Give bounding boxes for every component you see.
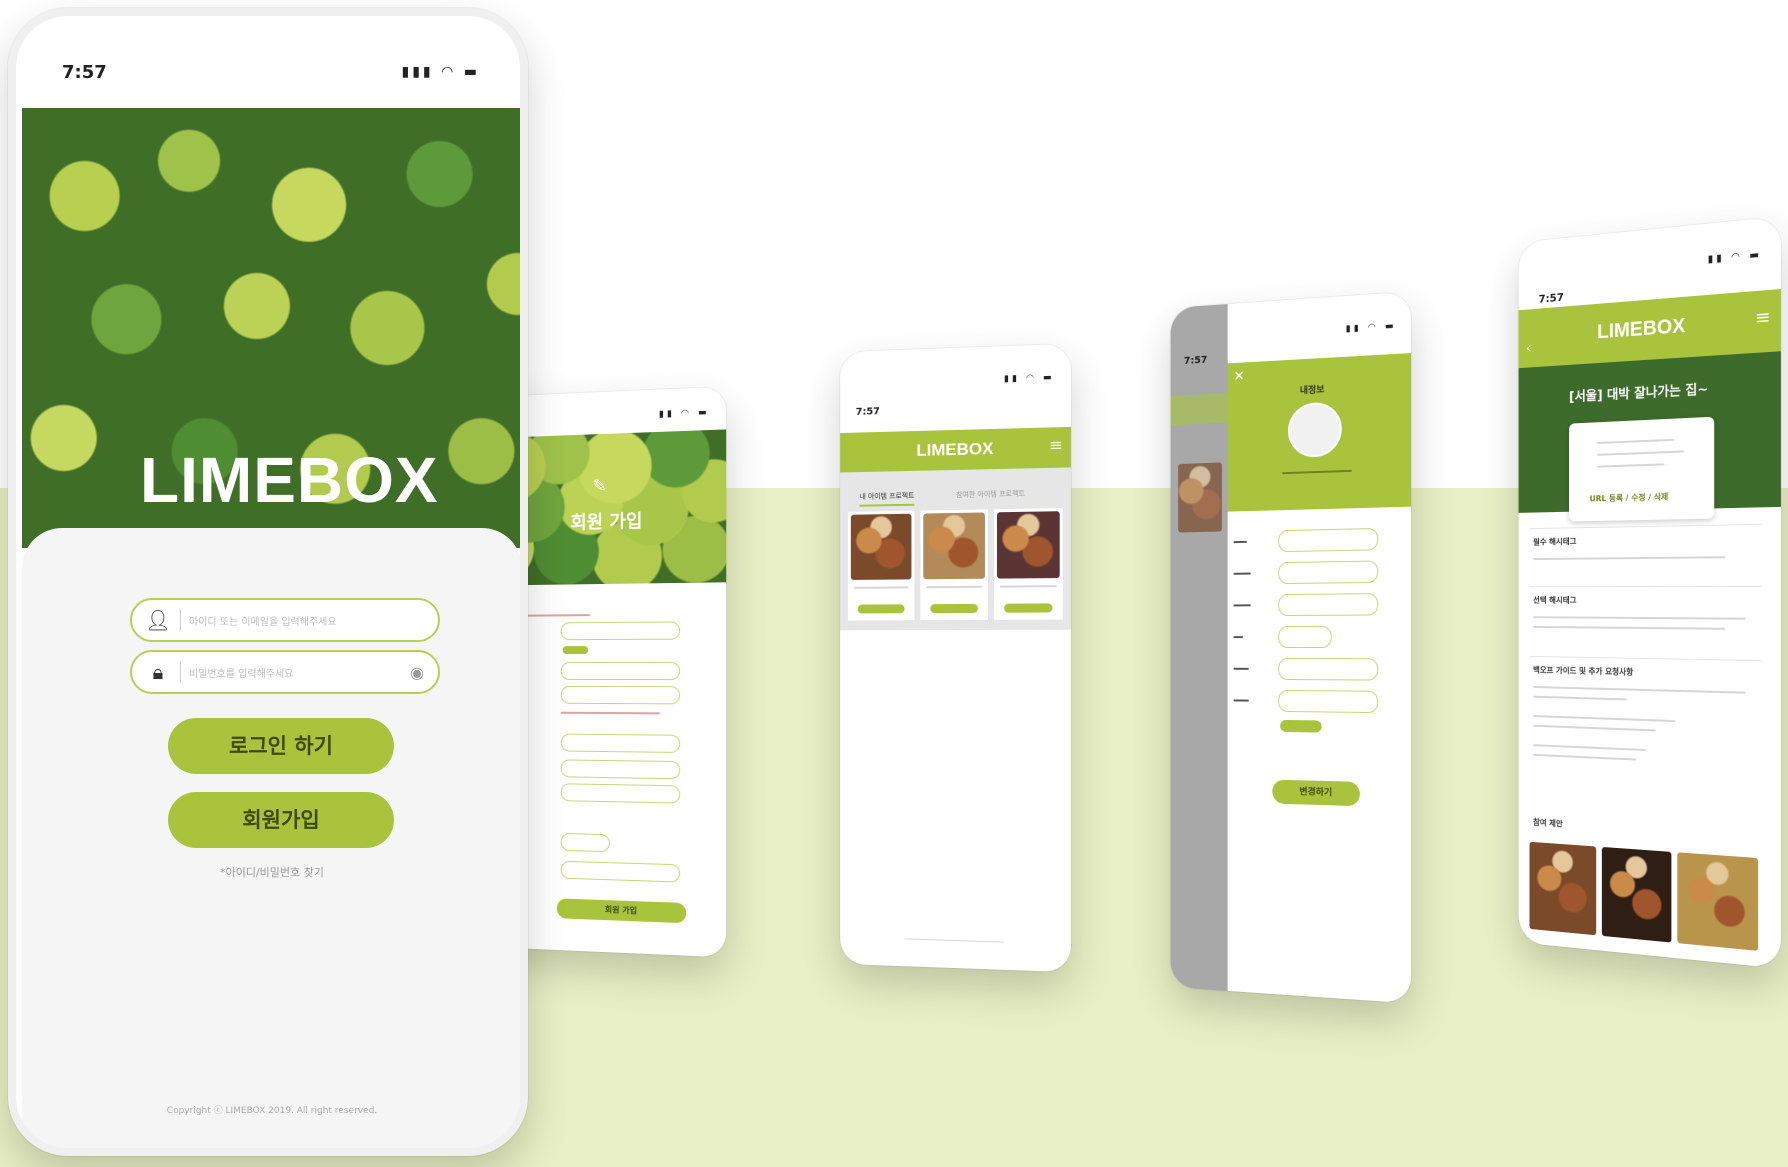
home-content: 내 아이템 프로젝트 참여한 아이템 프로젝트	[840, 467, 1071, 631]
section-title-1: 필수 해시태그	[1533, 537, 1577, 547]
status-icons-home: ▮▮ ◠ ▬	[1004, 372, 1055, 385]
signup-field-2[interactable]	[560, 661, 681, 681]
detail-title: [서울] 대박 잘나가는 집~	[1569, 382, 1709, 406]
signal-icon: ▮▮▮	[401, 64, 434, 80]
avatar-icon	[1288, 401, 1342, 458]
battery-icon: ▬	[463, 64, 480, 80]
signup-field-4[interactable]	[560, 733, 681, 753]
section-title-2: 선택 해시태그	[1533, 595, 1577, 605]
menu-icon-home[interactable]: ≡	[1049, 435, 1063, 455]
signup-field-1[interactable]	[560, 621, 681, 641]
section-title-3: 백오프 가이드 및 추가 요청사항	[1533, 665, 1634, 677]
signup-field-7[interactable]	[560, 832, 610, 853]
status-time-login: 7:57	[62, 62, 107, 83]
signup-field-8[interactable]	[560, 860, 681, 883]
id-input[interactable]: 👤︎ 아이디 또는 이메일을 입력해주세요	[130, 598, 440, 642]
section-title-4: 참여 제안	[1533, 817, 1563, 829]
user-icon: 👤︎	[145, 608, 171, 632]
eye-icon[interactable]: ◉	[410, 663, 424, 682]
profile-field-1[interactable]	[1278, 527, 1379, 553]
home-footer	[904, 938, 1005, 943]
card-1[interactable]	[847, 510, 915, 621]
signup-field-3[interactable]	[560, 685, 681, 705]
password-placeholder: 비밀번호를 입력해주세요	[189, 668, 294, 680]
phone-profile: 7:57 ▮▮ ◠ ▬ ✕ 내정보 변경하기	[1170, 291, 1412, 1004]
login-logo: LIMEBOX	[140, 444, 439, 516]
profile-field-5[interactable]	[1278, 657, 1379, 681]
detail-info-card: URL 등록 / 수정 / 삭제	[1569, 416, 1715, 522]
signup-field-5[interactable]	[560, 759, 681, 780]
phone-detail: 7:57 ▮▮ ◠ ▬ LIMEBOX ≡ ‹ [서울] 대박 잘나가는 집~ …	[1518, 216, 1781, 969]
detail-section-1: 필수 해시태그	[1529, 523, 1763, 583]
status-time: 7:57	[1538, 290, 1564, 306]
status-time-profile: 7:57	[1183, 354, 1208, 367]
profile-small-button[interactable]	[1280, 719, 1322, 733]
detail-photo-1	[1529, 841, 1597, 936]
login-panel: 👤︎ 아이디 또는 이메일을 입력해주세요 🔒︎ 비밀번호를 입력해주세요 ◉ …	[22, 528, 520, 1148]
copyright-text: Copyright ⓒ LIMEBOX 2019. All right rese…	[166, 1106, 378, 1116]
home-header: LIMEBOX ≡	[840, 426, 1071, 473]
profile-field-4[interactable]	[1278, 625, 1332, 649]
status-icons-login: ▮▮▮ ◠ ▬	[402, 64, 480, 80]
profile-title: 내정보	[1299, 385, 1325, 397]
profile-header: ✕ 내정보	[1227, 353, 1412, 512]
detail-title-box: [서울] 대박 잘나가는 집~ URL 등록 / 수정 / 삭제	[1518, 351, 1781, 522]
login-hero-image: LIMEBOX	[22, 108, 520, 548]
detail-section-2: 선택 해시태그	[1529, 585, 1763, 654]
status-time-home: 7:57	[855, 406, 880, 418]
signup-title: 회원 가입	[570, 511, 643, 534]
detail-photo-2	[1601, 846, 1672, 943]
close-icon[interactable]: ✕	[1233, 368, 1244, 384]
signup-field-6[interactable]	[560, 783, 681, 804]
signup-check-button[interactable]	[562, 646, 589, 655]
lock-icon: 🔒︎	[152, 660, 164, 684]
profile-overlay-left	[1170, 304, 1228, 991]
back-icon[interactable]: ‹	[1526, 338, 1532, 357]
status-icons: ▮▮ ◠ ▬	[1707, 249, 1763, 266]
detail-photo-3	[1677, 852, 1759, 951]
detail-logo: LIMEBOX	[1597, 314, 1686, 344]
signup-button[interactable]: 회원가입	[168, 792, 394, 848]
url-actions-link[interactable]: URL 등록 / 수정 / 삭제	[1590, 491, 1669, 504]
profile-save-button[interactable]: 변경하기	[1272, 779, 1360, 807]
profile-field-2[interactable]	[1278, 560, 1379, 585]
phone-login: 7:57 ▮▮▮ ◠ ▬ LIMEBOX 👤︎ 아이디 또는 이메일을 입력해주…	[8, 8, 528, 1156]
detail-section-3: 백오프 가이드 및 추가 요청사항	[1529, 655, 1763, 817]
profile-field-6[interactable]	[1278, 689, 1379, 714]
card-3[interactable]	[993, 508, 1063, 620]
login-button[interactable]: 로그인 하기	[168, 718, 394, 774]
menu-icon[interactable]: ≡	[1755, 306, 1771, 329]
status-icons-signup: ▮▮ ◠ ▬	[658, 407, 710, 420]
signup-edit-icon: ✎	[592, 475, 608, 498]
card-2[interactable]	[920, 509, 988, 621]
tab-joined[interactable]: 참여한 아이템 프로젝트	[956, 489, 1025, 500]
id-placeholder: 아이디 또는 이메일을 입력해주세요	[189, 616, 337, 628]
home-logo: LIMEBOX	[916, 438, 994, 460]
status-icons-profile: ▮▮ ◠ ▬	[1345, 321, 1397, 335]
wifi-icon: ◠	[441, 64, 457, 80]
phone-home: 7:57 ▮▮ ◠ ▬ LIMEBOX ≡ 내 아이템 프로젝트 참여한 아이템…	[840, 343, 1071, 973]
profile-panel: ✕ 내정보 변경하기	[1227, 353, 1412, 1004]
signup-submit-button[interactable]: 회원 가입	[556, 898, 687, 924]
tab-mine[interactable]: 내 아이템 프로젝트	[859, 490, 915, 507]
find-account-link[interactable]: *아이디/비밀번호 찾기	[22, 864, 520, 880]
profile-field-3[interactable]	[1278, 593, 1379, 617]
password-input[interactable]: 🔒︎ 비밀번호를 입력해주세요 ◉	[130, 650, 440, 694]
